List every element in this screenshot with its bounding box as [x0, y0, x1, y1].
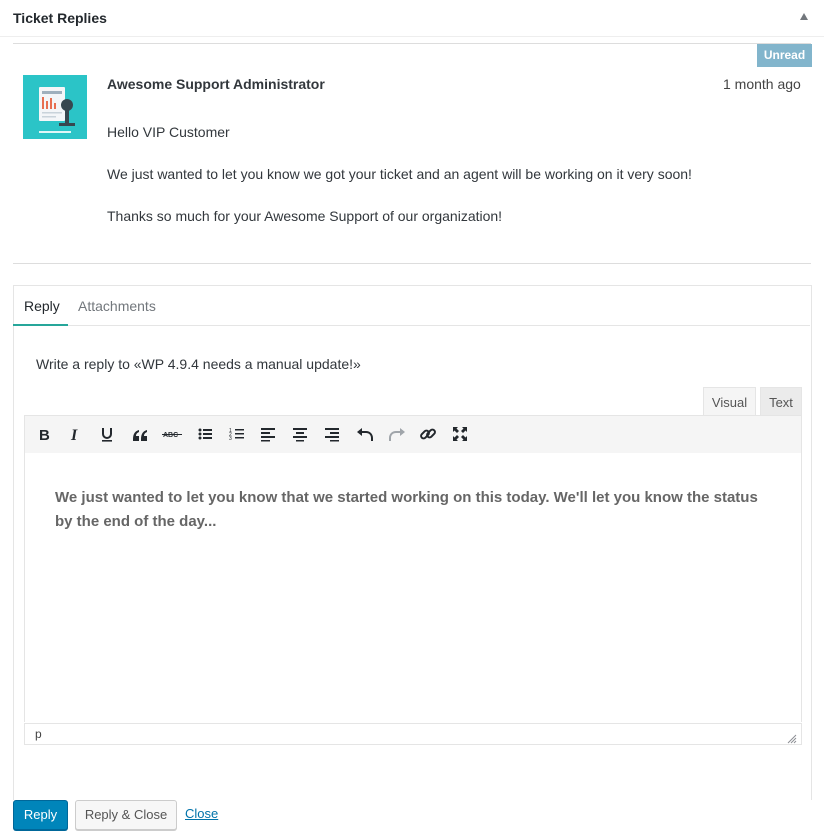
align-right-icon[interactable]	[320, 423, 344, 445]
resize-handle-icon[interactable]	[787, 731, 797, 744]
svg-text:B: B	[39, 427, 50, 442]
link-icon[interactable]	[416, 423, 440, 445]
reply-button[interactable]: Reply	[13, 800, 68, 830]
italic-icon[interactable]: I	[63, 423, 87, 445]
redo-icon	[385, 423, 409, 445]
close-link[interactable]: Close	[185, 806, 218, 821]
svg-text:I: I	[70, 427, 78, 442]
active-tab-indicator	[13, 324, 68, 326]
editor-text[interactable]: We just wanted to let you know that we s…	[55, 486, 775, 534]
svg-text:ABC: ABC	[163, 432, 178, 439]
bullet-list-icon[interactable]	[193, 423, 217, 445]
tab-attachments[interactable]: Attachments	[78, 298, 156, 314]
message-line: Thanks so much for your Awesome Support …	[107, 208, 503, 224]
reply-author: Awesome Support Administrator	[107, 76, 325, 92]
fullscreen-icon[interactable]	[448, 423, 472, 445]
blockquote-icon[interactable]	[128, 423, 152, 445]
numbered-list-icon[interactable]: 123	[225, 423, 249, 445]
postbox-title: Ticket Replies	[13, 10, 107, 26]
divider	[13, 263, 811, 264]
unread-badge: Unread	[757, 44, 812, 67]
message-line: We just wanted to let you know we got yo…	[107, 166, 692, 182]
undo-icon[interactable]	[353, 423, 377, 445]
postbox-header	[0, 0, 824, 37]
collapse-toggle-icon[interactable]	[800, 13, 808, 20]
reply-date: 1 month ago	[723, 76, 801, 92]
tab-reply[interactable]: Reply	[24, 298, 60, 314]
divider	[13, 43, 811, 44]
element-path[interactable]: p	[35, 727, 42, 741]
align-center-icon[interactable]	[288, 423, 312, 445]
strikethrough-icon[interactable]: ABC	[160, 423, 184, 445]
avatar	[23, 75, 87, 139]
reply-heading: Write a reply to «WP 4.9.4 needs a manua…	[36, 356, 361, 372]
svg-text:3: 3	[229, 436, 232, 442]
visual-mode-tab[interactable]: Visual	[703, 387, 756, 416]
message-line: Hello VIP Customer	[107, 124, 230, 140]
editor-statusbar	[24, 723, 802, 745]
underline-icon[interactable]	[95, 423, 119, 445]
align-left-icon[interactable]	[256, 423, 280, 445]
text-mode-tab[interactable]: Text	[760, 387, 802, 416]
reply-and-close-button[interactable]: Reply & Close	[75, 800, 177, 830]
bold-icon[interactable]: B	[32, 423, 56, 445]
